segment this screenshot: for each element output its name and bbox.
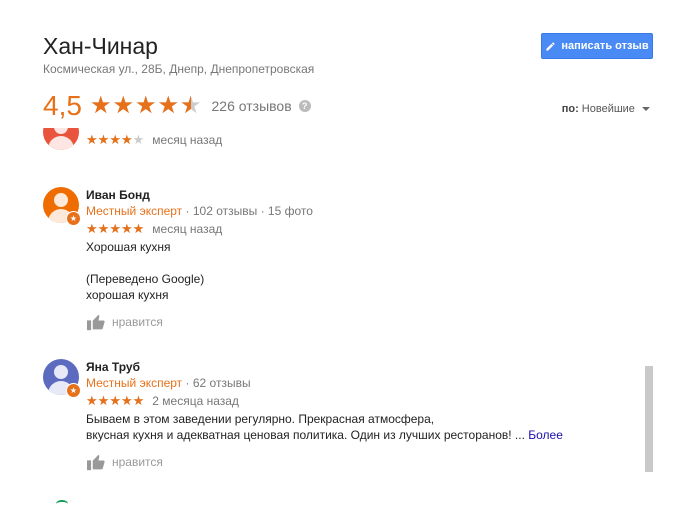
reviewer-name[interactable]: Иван Бонд: [86, 187, 646, 203]
star-icon: ★★: [109, 221, 121, 236]
write-review-button[interactable]: написать отзыв: [541, 33, 653, 59]
thumbs-up-icon: [87, 314, 105, 331]
like-button[interactable]: нравится: [86, 313, 646, 331]
more-link[interactable]: Более: [528, 428, 563, 442]
pencil-icon: [546, 41, 556, 51]
rating-stars: ★★★★★★★★★★: [90, 94, 202, 118]
local-guide-label[interactable]: Местный эксперт: [86, 204, 182, 218]
like-label: нравится: [112, 315, 163, 329]
star-icon: ★★: [134, 92, 157, 119]
star-icon: ★★: [97, 132, 110, 147]
help-icon[interactable]: ?: [298, 100, 311, 112]
local-guide-label[interactable]: Местный эксперт: [86, 376, 182, 390]
reviewer-stats: · 102 отзывы · 15 фото: [185, 204, 313, 218]
review-text-line: вкусная кухня и адекватная ценовая полит…: [86, 428, 525, 442]
review-time: месяц назад: [152, 222, 223, 236]
local-guide-badge-icon: ★: [66, 383, 81, 398]
sort-value: Новейшие: [581, 103, 635, 115]
star-icon: ★★: [157, 92, 179, 119]
review-translation-note: (Переведено Google): [86, 272, 205, 286]
place-address: Космическая ул., 28Б, Днепр, Днепропетро…: [43, 62, 315, 76]
star-icon: ★★: [120, 221, 133, 236]
review-stars: ★★★★★★★★★★: [86, 394, 144, 408]
star-icon: ★★: [89, 92, 112, 119]
next-avatar-partial: [56, 500, 68, 508]
star-icon: ★★: [97, 221, 110, 236]
star-icon: ★★: [120, 393, 133, 408]
reviewer-name[interactable]: Яна Труб: [86, 359, 646, 375]
local-guide-badge-icon: ★: [66, 211, 81, 226]
review-time: месяц назад: [152, 133, 223, 147]
sort-dropdown[interactable]: по: Новейшие: [562, 103, 650, 115]
star-icon: ★★: [132, 221, 145, 236]
star-icon: ★★: [180, 92, 202, 119]
review-stars: ★★★★★★★★★★: [86, 222, 144, 236]
like-button[interactable]: нравится: [86, 453, 646, 471]
reviewer-meta: Местный эксперт · 62 отзывы: [86, 375, 646, 391]
reviews-list[interactable]: ★★★★★★★★★★ месяц назад ★ Иван Бонд Местн…: [0, 128, 693, 532]
write-review-label: написать отзыв: [561, 40, 649, 52]
star-icon: ★★: [112, 92, 134, 119]
thumbs-up-icon: [87, 454, 105, 471]
star-icon: ★★: [132, 132, 145, 147]
place-title: Хан-Чинар: [43, 33, 158, 59]
review-translated-text: хорошая кухня: [86, 288, 169, 302]
review-time: 2 месяца назад: [152, 394, 239, 408]
star-icon: ★★: [86, 221, 98, 236]
scrollbar[interactable]: [645, 366, 653, 472]
rating-summary: 4,5 ★★★★★★★★★★ 226 отзывов ?: [43, 90, 311, 122]
star-icon: ★★: [86, 393, 98, 408]
like-label: нравится: [112, 455, 163, 469]
star-icon: ★★: [97, 393, 110, 408]
reviewer-stats: · 62 отзывы: [185, 376, 251, 390]
review-text: Бываем в этом заведении регулярно. Прекр…: [86, 412, 435, 426]
star-icon: ★★: [109, 393, 121, 408]
sort-label: по:: [561, 103, 579, 115]
review-stars: ★★★★★★★★★★: [86, 133, 144, 147]
avatar[interactable]: [43, 128, 79, 150]
star-icon: ★★: [120, 132, 133, 147]
rating-value: 4,5: [43, 90, 82, 121]
review-text: Хорошая кухня: [86, 240, 171, 254]
review-rating: ★★★★★★★★★★ месяц назад: [86, 132, 646, 148]
star-icon: ★★: [132, 393, 145, 408]
review-rating: ★★★★★★★★★★ месяц назад: [86, 221, 646, 237]
chevron-down-icon: [642, 107, 650, 112]
review-count[interactable]: 226 отзывов: [212, 98, 292, 114]
review-text-continued: вкусная кухня и адекватная ценовая полит…: [86, 427, 646, 443]
review-rating: ★ ★ ★ ★ ★ ★ ★ ★ ★ ★ 2 месяца назад: [86, 393, 646, 409]
star-icon: ★★: [109, 132, 121, 147]
star-icon: ★★: [86, 132, 98, 147]
reviewer-meta: Местный эксперт · 102 отзывы · 15 фото: [86, 203, 646, 219]
